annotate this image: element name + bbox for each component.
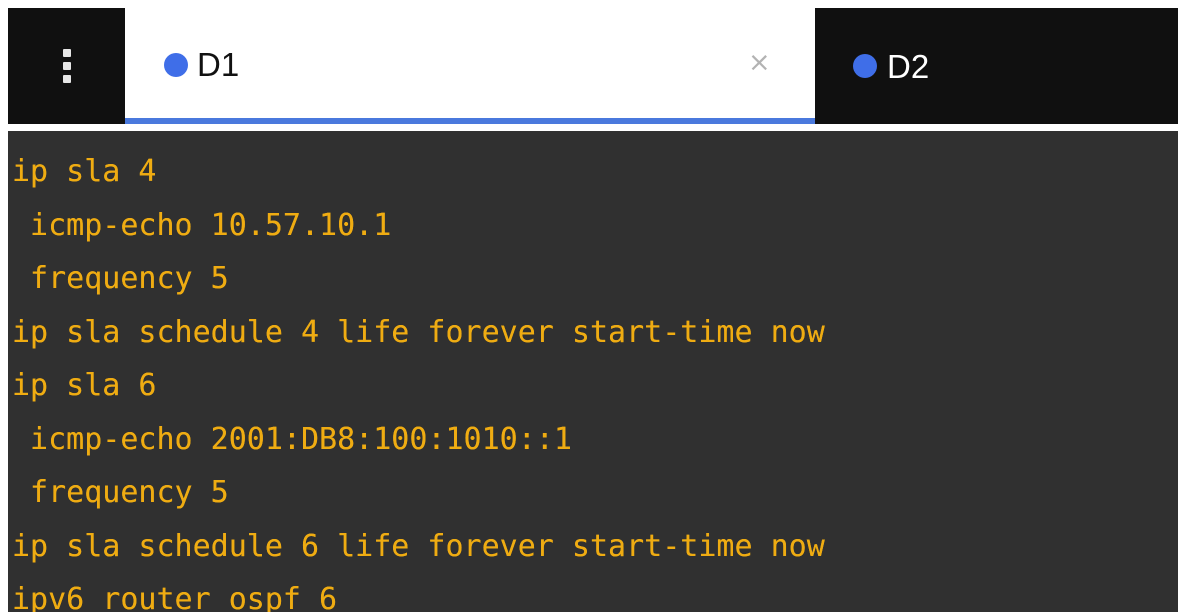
blue-status-dot-icon <box>164 52 188 77</box>
terminal-output[interactable]: ip sla 4 icmp-echo 10.57.10.1 frequency … <box>8 131 1178 612</box>
terminal-line-2: icmp-echo 10.57.10.1 <box>12 207 392 243</box>
close-icon[interactable]: × <box>748 49 771 76</box>
tab-d1-label: D1 <box>197 46 240 83</box>
terminal-line-7: frequency 5 <box>12 475 229 510</box>
session-tab-bar: D1 × D2 <box>8 8 1178 124</box>
tab-d2[interactable]: D2 <box>815 8 1178 124</box>
terminal-line-3: frequency 5 <box>12 261 229 296</box>
kebab-dot-icon <box>62 49 71 57</box>
kebab-dot-icon <box>62 62 71 70</box>
terminal-line-5: ip sla 6 <box>12 368 157 403</box>
terminal-application-window: D1 × D2 ip sla 4 icmp-echo 10.57.10.1 fr… <box>0 0 1178 612</box>
kebab-menu-icon <box>57 43 77 89</box>
kebab-dot-icon <box>62 75 71 83</box>
terminal-line-6: icmp-echo 2001:DB8:100:1010::1 <box>12 421 572 457</box>
terminal-line-9: ipv6 router ospf 6 <box>12 582 338 612</box>
terminal-line-1: ip sla 4 <box>12 154 157 189</box>
terminal-line-4: ip sla schedule 4 life forever start-tim… <box>12 314 825 350</box>
tab-d2-label: D2 <box>887 47 930 85</box>
terminal-line-8: ip sla schedule 6 life forever start-tim… <box>12 528 825 564</box>
blue-status-dot-icon <box>853 54 877 78</box>
tab-d1[interactable]: D1 × <box>125 8 815 124</box>
more-options-button[interactable] <box>8 8 125 124</box>
